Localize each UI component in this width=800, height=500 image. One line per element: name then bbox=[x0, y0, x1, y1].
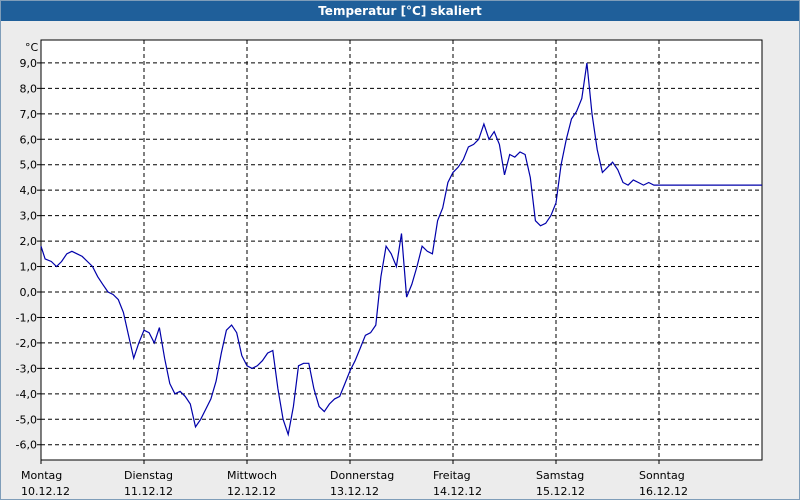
y-tick-label: 3,0 bbox=[20, 210, 38, 223]
y-tick-label: -6,0 bbox=[16, 439, 37, 452]
y-tick-label: -3,0 bbox=[16, 362, 37, 375]
y-tick-label: 5,0 bbox=[20, 159, 38, 172]
x-tick-date-label: 12.12.12 bbox=[227, 485, 276, 498]
x-tick-day-label: Sonntag bbox=[639, 469, 685, 482]
x-tick-date-label: 10.12.12 bbox=[21, 485, 70, 498]
chart-plot: °C 9,0 8,0 7,0 6,0 5,0 4,0 3,0 2,0 1,0 0,0 -1,0 -2,… bbox=[16, 39, 763, 498]
x-tick-date-label: 16.12.12 bbox=[639, 485, 688, 498]
y-tick-label: -4,0 bbox=[16, 388, 37, 401]
x-tick-day-label: Samstag bbox=[536, 469, 584, 482]
y-tick-label: 4,0 bbox=[20, 184, 38, 197]
y-tick-label: -2,0 bbox=[16, 337, 37, 350]
x-tick-date-label: 15.12.12 bbox=[536, 485, 585, 498]
y-unit-label: °C bbox=[25, 41, 39, 54]
y-tick-label: 6,0 bbox=[20, 133, 38, 146]
y-axis-ticks: 9,0 8,0 7,0 6,0 5,0 4,0 3,0 2,0 1,0 0,0 -1,0 -2,0 -3… bbox=[16, 57, 41, 452]
x-axis-ticks: Montag 10.12.12 Dienstag 11.12.12 Mittwoch 12… bbox=[21, 460, 688, 498]
y-tick-label: -5,0 bbox=[16, 413, 37, 426]
y-tick-label: -1,0 bbox=[16, 311, 37, 324]
y-tick-label: 7,0 bbox=[20, 108, 38, 121]
x-tick-date-label: 11.12.12 bbox=[124, 485, 173, 498]
y-tick-label: 2,0 bbox=[20, 235, 38, 248]
y-tick-label: 0,0 bbox=[20, 286, 38, 299]
x-tick-day-label: Mittwoch bbox=[227, 469, 277, 482]
y-tick-label: 8,0 bbox=[20, 82, 38, 95]
x-tick-day-label: Donnerstag bbox=[330, 469, 394, 482]
plot-area bbox=[40, 39, 763, 461]
x-tick-day-label: Montag bbox=[21, 469, 62, 482]
x-tick-day-label: Freitag bbox=[433, 469, 471, 482]
y-tick-label: 9,0 bbox=[20, 57, 38, 70]
chart-window: Temperatur [°C] skaliert °C 9,0 8,0 7,0 6,0… bbox=[0, 0, 800, 500]
y-tick-label: 1,0 bbox=[20, 261, 38, 274]
x-tick-date-label: 13.12.12 bbox=[330, 485, 379, 498]
x-tick-date-label: 14.12.12 bbox=[433, 485, 482, 498]
x-tick-day-label: Dienstag bbox=[124, 469, 173, 482]
chart-title: Temperatur [°C] skaliert bbox=[1, 1, 799, 21]
